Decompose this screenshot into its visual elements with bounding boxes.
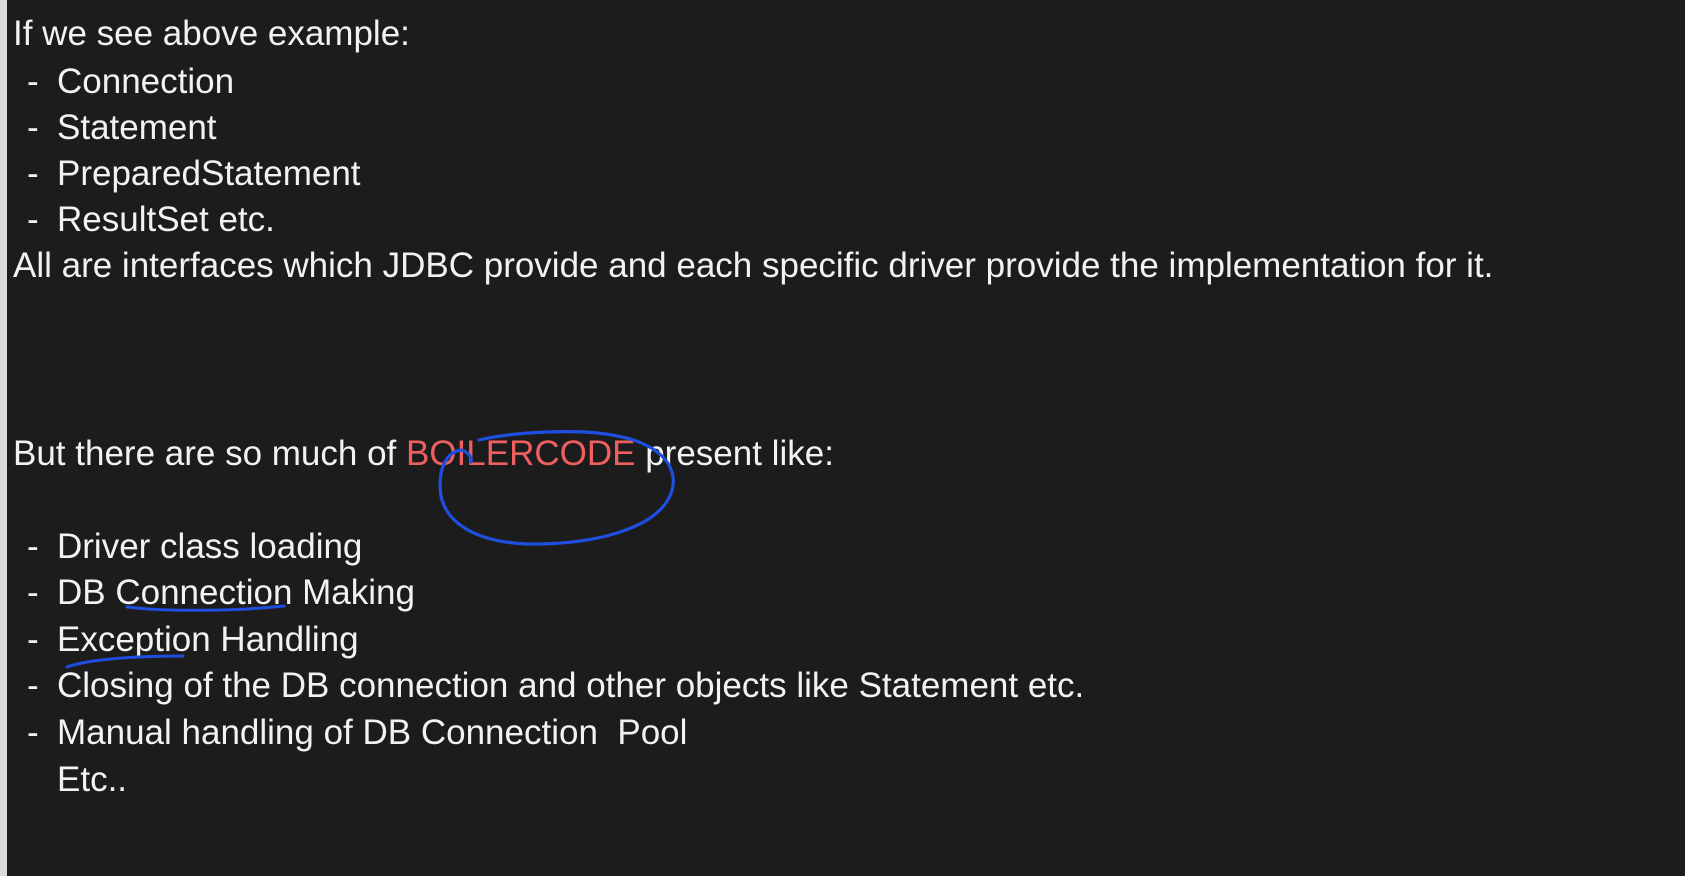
intro-text: If we see above example:: [13, 14, 410, 53]
bullet-dash: -: [27, 573, 39, 612]
bullet-dash: -: [27, 527, 39, 566]
lead-text-after: present like:: [635, 434, 834, 473]
list-item-label: Exception Handling: [57, 620, 359, 659]
list-item-label: Manual handling of DB Connection Pool: [57, 713, 688, 752]
list-item: - Driver class loading: [13, 527, 362, 567]
boilercode-highlight: BOILERCODE: [405, 434, 636, 473]
list-item-label: Statement: [57, 108, 217, 147]
trailer-text: Etc..: [57, 760, 128, 799]
list-item: - PreparedStatement: [13, 154, 361, 194]
list-item: - ResultSet etc.: [13, 200, 275, 240]
list-item-label: PreparedStatement: [57, 154, 361, 193]
bullet-dash: -: [27, 713, 39, 752]
list-item: - DB Connection Making: [13, 573, 415, 613]
bullet-dash: -: [27, 154, 39, 193]
bullet-dash: -: [27, 200, 39, 239]
list-item-label: DB Connection Making: [57, 573, 415, 612]
list-item-label: Connection: [57, 62, 235, 101]
list-item: - Statement: [13, 108, 217, 148]
list-item-label: ResultSet etc.: [57, 200, 275, 239]
list-item-label: Closing of the DB connection and other o…: [57, 666, 1085, 705]
list-item-label: Driver class loading: [57, 527, 363, 566]
lead-text-before: But there are so much of: [13, 434, 406, 473]
list-item: - Exception Handling: [13, 620, 359, 660]
bullet-dash: -: [27, 62, 39, 101]
list-item: - Closing of the DB connection and other …: [13, 666, 1084, 706]
bullet-dash: -: [27, 620, 39, 659]
bullet-dash: -: [27, 666, 39, 705]
summary-text: All are interfaces which JDBC provide an…: [13, 246, 1494, 285]
note-page: If we see above example: - Connection - St…: [0, 0, 1685, 876]
list-item: - Manual handling of DB Connection Pool: [13, 713, 687, 753]
boilerplate-lead: But there are so much of BOILERCODE pres…: [13, 434, 834, 474]
list-item: - Connection: [13, 62, 234, 102]
bullet-dash: -: [27, 108, 39, 147]
